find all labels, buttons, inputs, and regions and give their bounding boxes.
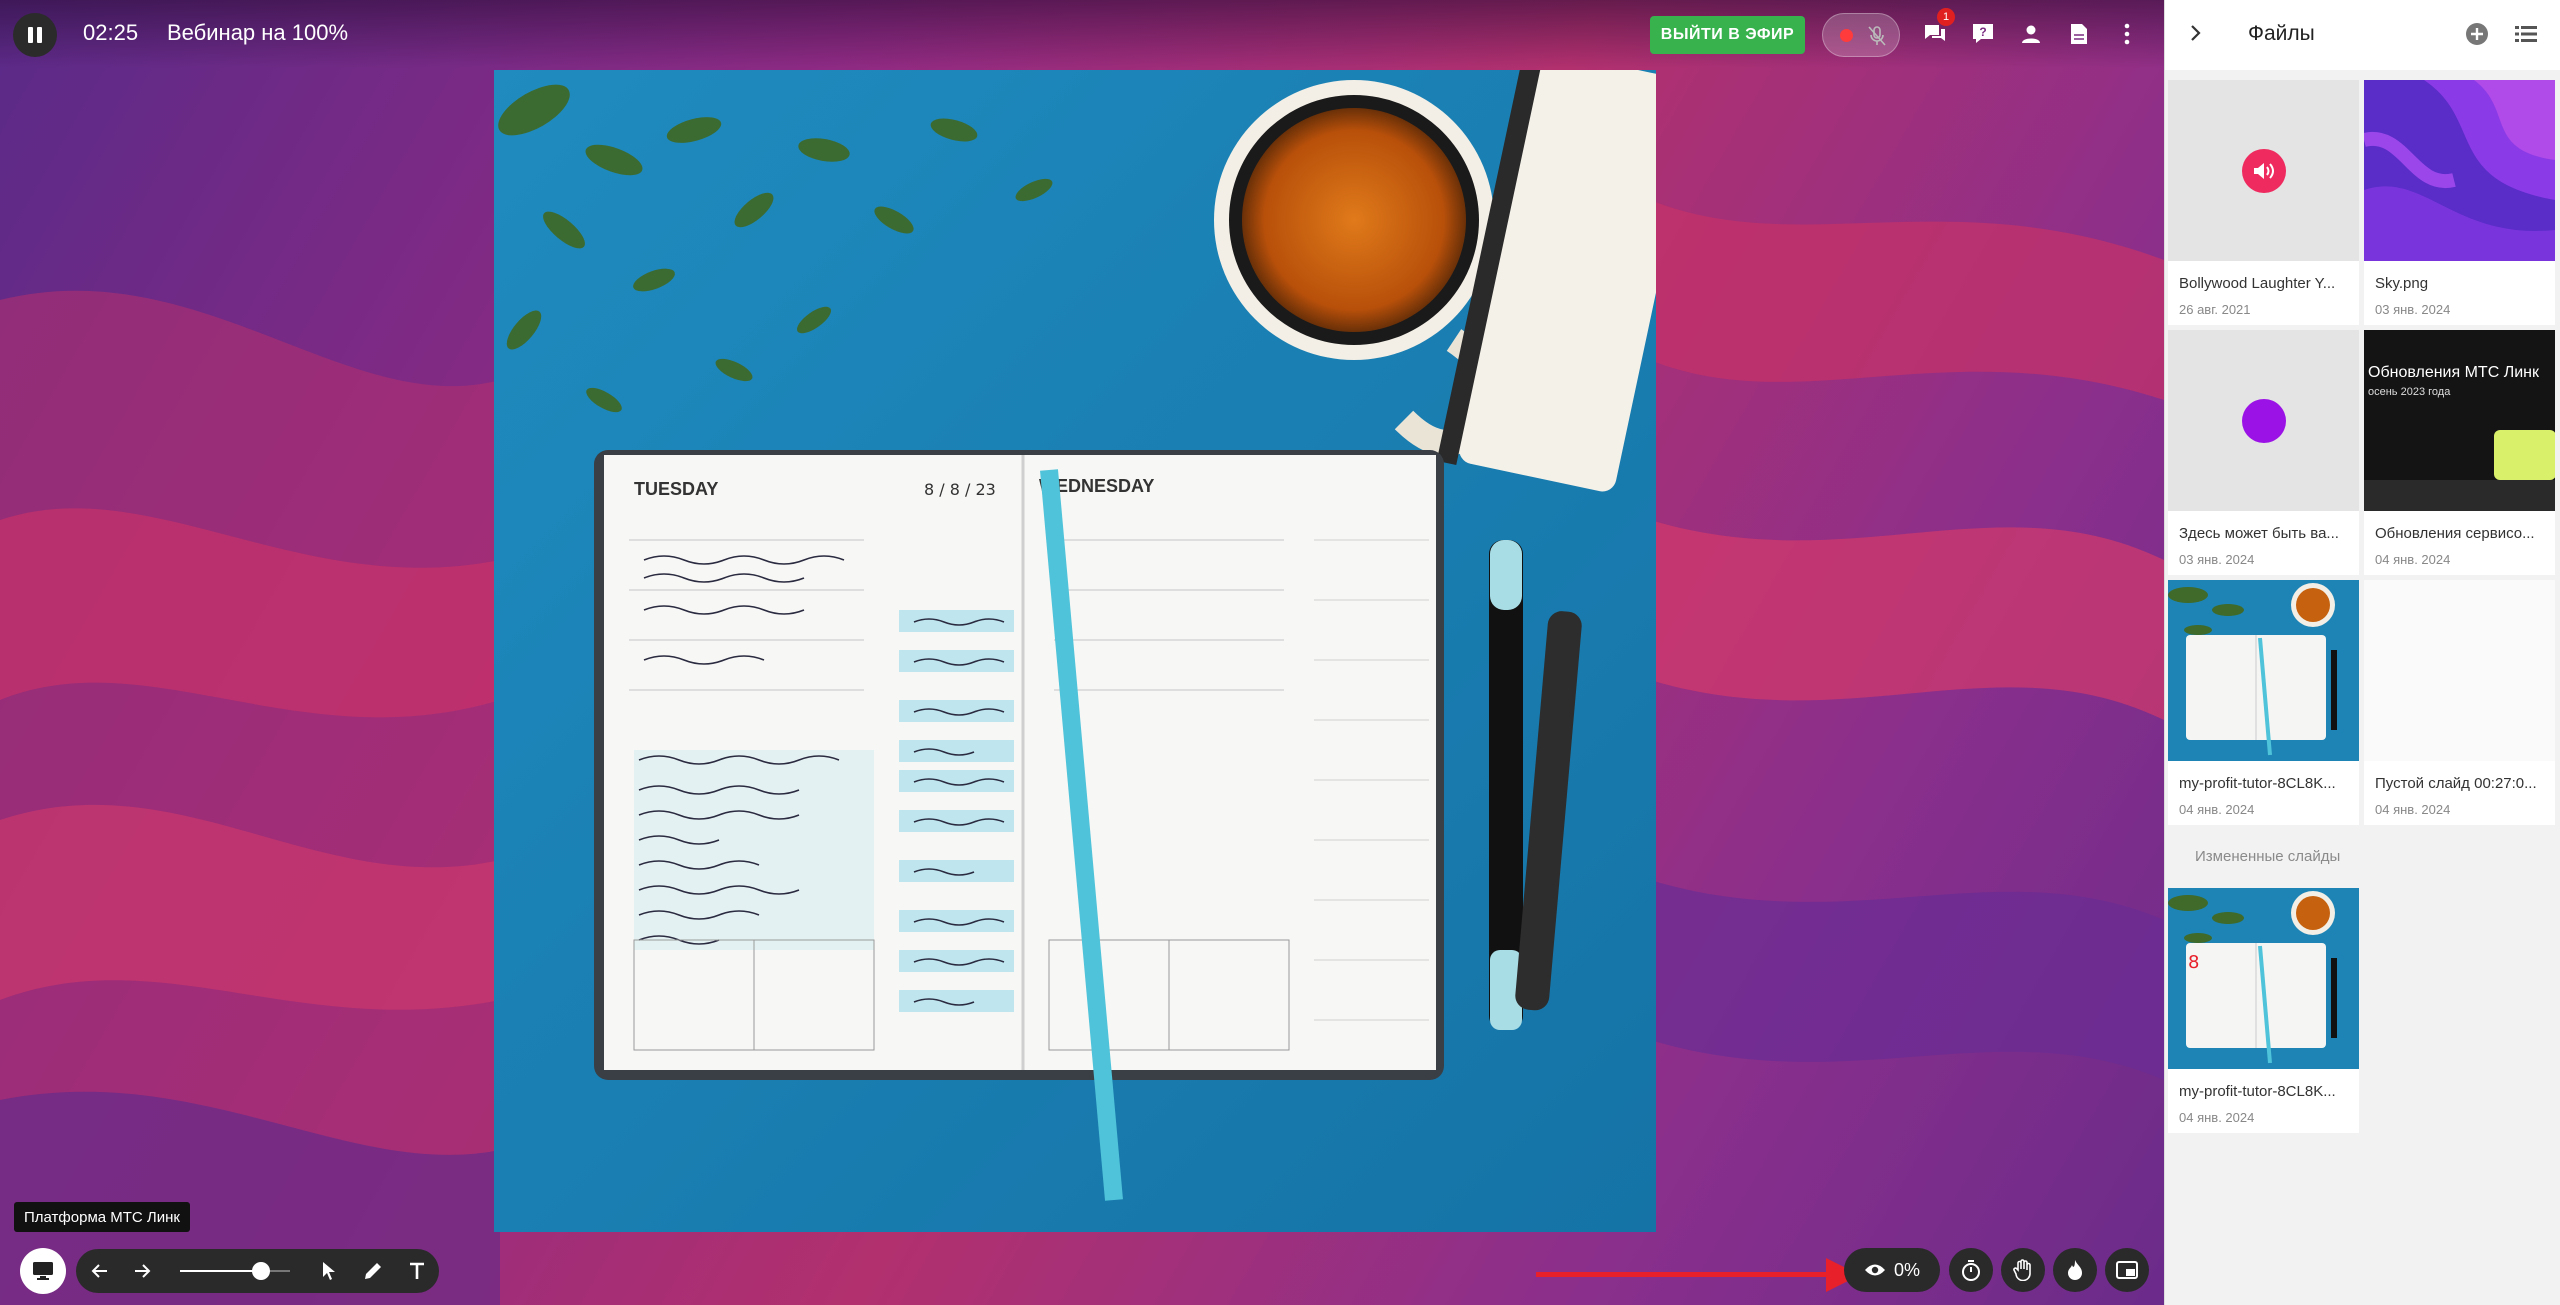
pen-tool-button[interactable] <box>358 1256 388 1286</box>
pip-icon <box>2116 1261 2138 1279</box>
file-name: Обновления сервисо... <box>2375 525 2535 542</box>
file-date: 26 авг. 2021 <box>2179 302 2251 317</box>
file-card[interactable]: Sky.png 03 янв. 2024 <box>2364 80 2555 325</box>
text-icon <box>410 1262 424 1279</box>
planner-photo: TUESDAY 8 / 8 / 23 WEDNESDAY <box>494 70 1656 1232</box>
file-thumbnail <box>2168 80 2359 261</box>
viewers-percentage[interactable]: 0% <box>1844 1248 1940 1292</box>
svg-text:8: 8 <box>2188 952 2199 973</box>
file-thumbnail: 8 <box>2168 888 2359 1069</box>
zoom-slider-knob[interactable] <box>252 1262 270 1280</box>
thumb-title: Обновления МТС Линк <box>2368 364 2539 381</box>
chevron-right-icon <box>2191 25 2201 41</box>
more-button[interactable] <box>2110 17 2144 51</box>
pointer-tool-button[interactable] <box>314 1256 344 1286</box>
video-icon <box>2242 399 2286 443</box>
stopwatch-icon <box>1962 1260 1980 1281</box>
slide-toolbar <box>76 1249 439 1293</box>
slide-image: TUESDAY 8 / 8 / 23 WEDNESDAY <box>494 70 1656 1232</box>
file-date: 04 янв. 2024 <box>2375 552 2451 567</box>
document-icon <box>2071 24 2087 44</box>
file-name: Sky.png <box>2375 275 2429 292</box>
raise-hand-button[interactable] <box>2001 1248 2045 1292</box>
file-name: Пустой слайд 00:27:0... <box>2375 775 2537 792</box>
chat-badge: 1 <box>1937 8 1955 26</box>
files-title: Файлы <box>2248 22 2315 45</box>
add-file-button[interactable] <box>2465 22 2489 51</box>
annotation-arrow-line <box>1536 1272 1836 1277</box>
person-icon <box>2022 25 2040 43</box>
zoom-slider-track[interactable] <box>180 1270 290 1272</box>
list-view-button[interactable] <box>2515 25 2537 48</box>
file-name: my-profit-tutor-8CL8K... <box>2179 775 2336 792</box>
arrow-right-icon <box>135 1264 151 1278</box>
files-panel: Файлы Bollywood Laughter Y... 26 авг. 20… <box>2164 0 2560 1305</box>
webinar-title: Вебинар на 100% <box>167 20 349 45</box>
cursor-icon <box>323 1262 335 1280</box>
reactions-button[interactable] <box>2053 1248 2097 1292</box>
changed-slides-label: Измененные слайды <box>2195 848 2341 865</box>
top-bar: 02:25 Вебинар на 100% ВЫЙТИ В ЭФИР 1 ? <box>0 0 2164 68</box>
file-date: 04 янв. 2024 <box>2179 802 2255 817</box>
plus-circle-icon <box>2466 23 2488 45</box>
file-card[interactable]: my-profit-tutor-8CL8K... 04 янв. 2024 <box>2168 580 2359 825</box>
chat-icon <box>1925 25 1945 41</box>
participants-button[interactable] <box>2014 17 2048 51</box>
viewers-percent-text: 0% <box>1893 1259 1920 1280</box>
hand-icon <box>2013 1259 2031 1281</box>
file-name: Bollywood Laughter Y... <box>2179 275 2336 292</box>
files-button[interactable] <box>2062 17 2096 51</box>
file-date: 03 янв. 2024 <box>2179 552 2255 567</box>
file-name: my-profit-tutor-8CL8K... <box>2179 1083 2336 1100</box>
file-card[interactable]: Bollywood Laughter Y... 26 авг. 2021 <box>2168 80 2359 325</box>
flame-icon <box>2068 1260 2082 1280</box>
file-date: 03 янв. 2024 <box>2375 302 2451 317</box>
planner-date: 8 / 8 / 23 <box>924 480 996 499</box>
file-thumbnail <box>2168 330 2359 511</box>
pencil-icon <box>365 1263 381 1279</box>
pause-icon <box>26 27 44 43</box>
file-thumbnail <box>2364 580 2555 761</box>
list-icon <box>2515 26 2537 42</box>
picture-in-picture-button[interactable] <box>2105 1248 2149 1292</box>
record-dot-icon <box>1840 29 1853 42</box>
svg-text:?: ? <box>1979 25 1986 39</box>
file-card[interactable]: Пустой слайд 00:27:0... 04 янв. 2024 <box>2364 580 2555 825</box>
eye-icon <box>1864 1264 1885 1276</box>
file-card[interactable]: Обновления МТС Линк осень 2023 года Обно… <box>2364 330 2555 575</box>
file-card[interactable]: Здесь может быть ва... 03 янв. 2024 <box>2168 330 2359 575</box>
text-tool-button[interactable] <box>402 1256 432 1286</box>
mic-off-icon <box>1867 25 1887 52</box>
file-name: Здесь может быть ва... <box>2179 525 2339 542</box>
prev-slide-button[interactable] <box>84 1256 114 1286</box>
next-slide-button[interactable] <box>128 1256 158 1286</box>
files-header: Файлы <box>2165 0 2560 70</box>
platform-tooltip: Платформа МТС Линк <box>14 1202 190 1232</box>
changed-slide-card[interactable]: 8 my-profit-tutor-8CL8K... 04 янв. 2024 <box>2168 888 2359 1133</box>
monitor-icon <box>33 1262 53 1280</box>
arrow-left-icon <box>91 1264 107 1278</box>
file-thumbnail <box>2168 580 2359 761</box>
screen-share-button[interactable] <box>20 1248 66 1294</box>
planner-left-day: TUESDAY <box>634 479 718 499</box>
thumb-subtitle: осень 2023 года <box>2368 386 2451 398</box>
file-thumbnail: Обновления МТС Линк осень 2023 года <box>2364 330 2555 511</box>
file-date: 04 янв. 2024 <box>2179 1110 2255 1125</box>
speaker-icon <box>2242 149 2286 193</box>
file-date: 04 янв. 2024 <box>2375 802 2451 817</box>
record-toggle[interactable] <box>1822 13 1900 57</box>
file-thumbnail <box>2364 80 2555 261</box>
more-vert-icon <box>2124 23 2130 45</box>
question-icon: ? <box>1973 24 1993 43</box>
pause-button[interactable] <box>13 13 57 57</box>
collapse-panel-button[interactable] <box>2189 24 2201 47</box>
go-live-button[interactable]: ВЫЙТИ В ЭФИР <box>1650 16 1805 54</box>
broadcast-timer: 02:25 <box>83 20 139 45</box>
questions-button[interactable]: ? <box>1966 17 2000 51</box>
timer-button[interactable] <box>1949 1248 1993 1292</box>
